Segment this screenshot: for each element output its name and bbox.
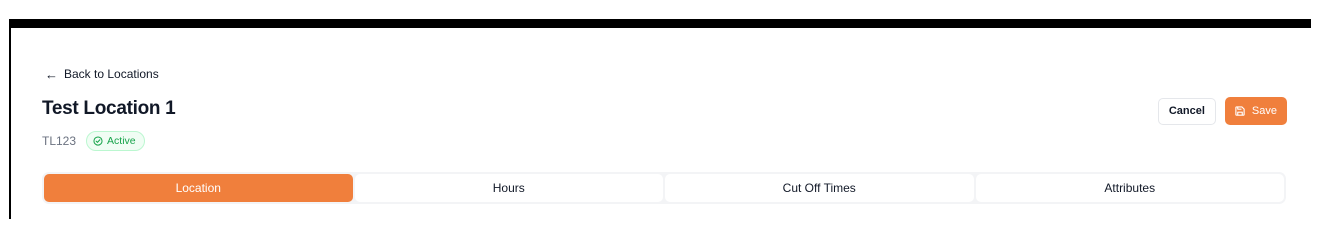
cancel-button[interactable]: Cancel <box>1157 97 1216 125</box>
back-link-label: Back to Locations <box>64 67 159 81</box>
tab-cut-off-times[interactable]: Cut Off Times <box>665 174 974 202</box>
location-meta: TL123 Active <box>42 131 145 151</box>
status-label: Active <box>107 135 136 147</box>
top-border <box>9 19 1311 28</box>
tab-bar: Location Hours Cut Off Times Attributes <box>42 172 1286 204</box>
save-button[interactable]: Save <box>1224 97 1287 125</box>
check-circle-icon <box>93 136 103 146</box>
tab-location[interactable]: Location <box>44 174 353 202</box>
save-label: Save <box>1251 105 1277 117</box>
arrow-left-icon: ← <box>45 66 58 82</box>
left-border <box>9 19 11 219</box>
location-code: TL123 <box>42 134 77 148</box>
save-icon <box>1235 106 1245 116</box>
tab-hours[interactable]: Hours <box>354 174 663 202</box>
header-actions: Cancel Save <box>1157 97 1287 125</box>
back-to-locations-link[interactable]: ← Back to Locations <box>45 65 159 83</box>
tab-attributes[interactable]: Attributes <box>975 174 1284 202</box>
status-badge: Active <box>86 131 145 151</box>
page-title: Test Location 1 <box>42 98 176 119</box>
